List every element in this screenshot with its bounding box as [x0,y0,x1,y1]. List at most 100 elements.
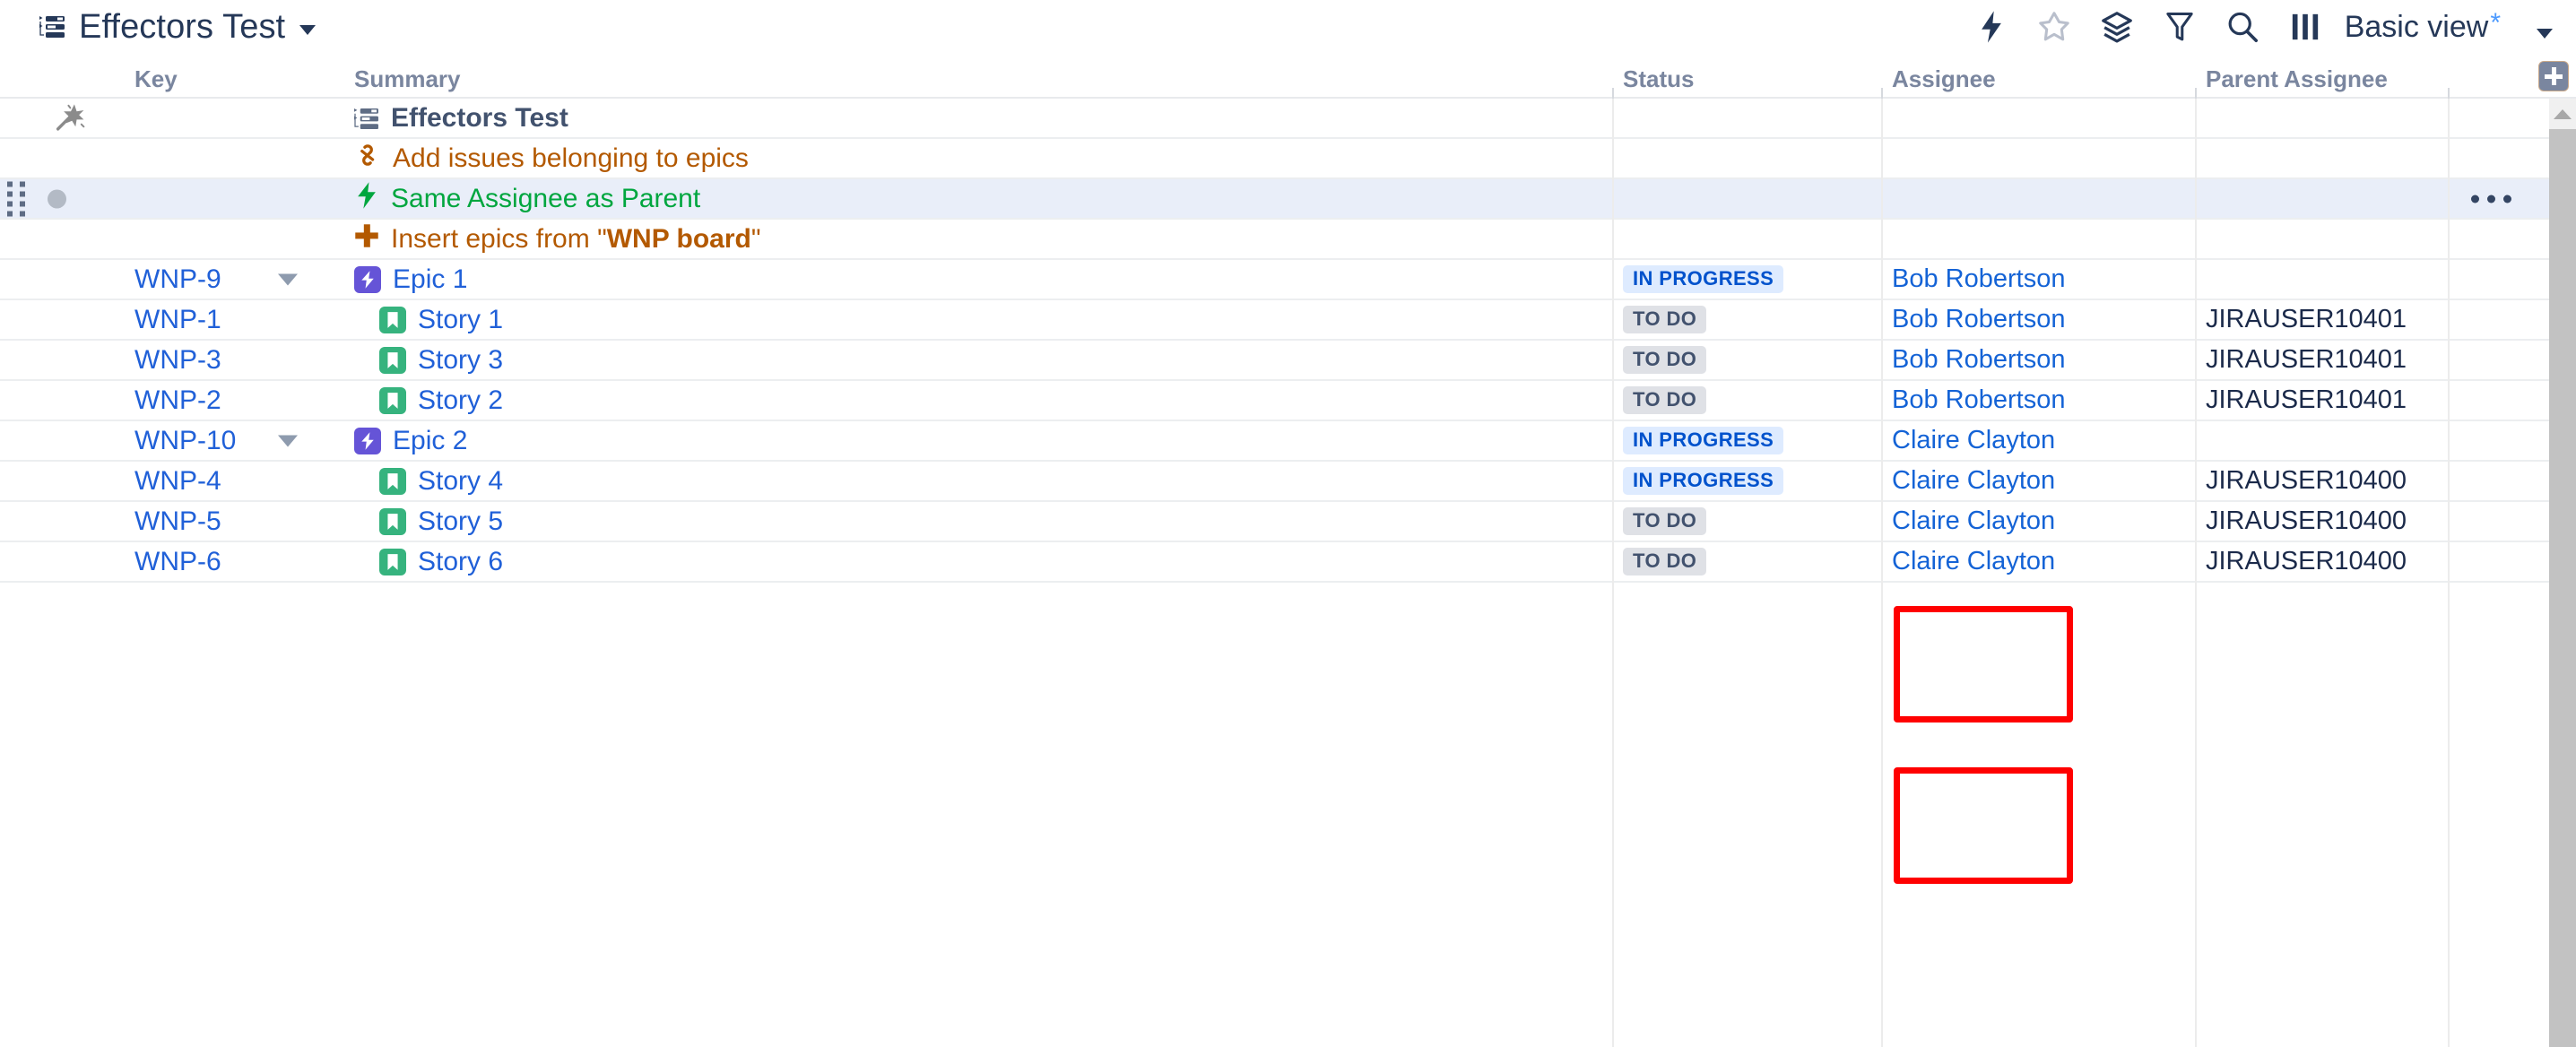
cell-summary[interactable]: Story 1 [354,300,1592,339]
summary-text[interactable]: Epic 1 [393,264,467,295]
cell-key[interactable]: WNP-5 [134,502,287,541]
cell-summary[interactable]: Story 3 [354,341,1592,379]
summary-text[interactable]: Story 2 [418,385,503,416]
summary-text[interactable]: Story 6 [418,547,503,577]
cell-summary[interactable]: Epic 2 [354,421,1592,460]
cell-assignee[interactable]: Claire Clayton [1892,542,2188,581]
summary-text[interactable]: Story 1 [418,305,503,335]
issue-key-link[interactable]: WNP-10 [134,426,236,456]
table-row[interactable]: WNP-3 Story 3 TO DO Bob Robertson JIRAUS… [0,341,2576,381]
cell-assignee[interactable]: Bob Robertson [1892,300,2188,339]
search-icon[interactable] [2225,9,2260,45]
cell-assignee[interactable]: Bob Robertson [1892,381,2188,420]
issue-key-link[interactable]: WNP-2 [134,385,221,416]
table-row[interactable]: WNP-1 Story 1 TO DO Bob Robertson JIRAUS… [0,300,2576,341]
table-row[interactable]: WNP-6 Story 6 TO DO Claire Clayton JIRAU… [0,542,2576,583]
issue-key-link[interactable]: WNP-4 [134,466,221,497]
assignee-link[interactable]: Bob Robertson [1892,305,2065,334]
cell-key[interactable]: WNP-1 [134,300,287,339]
structure-title[interactable]: Effectors Test [39,8,316,47]
cell-status[interactable]: TO DO [1623,542,1874,581]
scrollbar-thumb[interactable] [2549,129,2576,1047]
cell-status[interactable]: TO DO [1623,381,1874,420]
cell-status[interactable]: IN PROGRESS [1623,462,1874,500]
view-selector[interactable]: Basic view * [2345,10,2501,45]
summary-text[interactable]: Story 5 [418,506,503,537]
cell-summary[interactable]: Effectors Test [354,99,1592,137]
pin-icon[interactable] [2036,9,2072,45]
issue-key-link[interactable]: WNP-3 [134,345,221,376]
assignee-link[interactable]: Claire Clayton [1892,426,2055,455]
column-header-assignee[interactable]: Assignee [1892,65,1996,93]
summary-text[interactable]: Story 3 [418,345,503,376]
table-row[interactable]: WNP-9 Epic 1 IN PROGRESS Bob Robertson [0,260,2576,300]
issue-key-link[interactable]: WNP-1 [134,305,221,335]
vertical-scrollbar[interactable] [2549,99,2576,1047]
cell-status[interactable]: TO DO [1623,341,1874,379]
cell-summary[interactable]: Epic 1 [354,260,1592,299]
column-header-parent-assignee[interactable]: Parent Assignee [2206,65,2388,93]
cell-key[interactable]: WNP-3 [134,341,287,379]
add-column-button[interactable] [2538,61,2569,91]
issue-key-link[interactable]: WNP-6 [134,547,221,577]
cell-summary[interactable]: Insert epics from "WNP board" [354,220,1592,258]
effectors-icon[interactable] [1973,9,2009,45]
cell-status[interactable]: TO DO [1623,502,1874,541]
assignee-link[interactable]: Claire Clayton [1892,466,2055,496]
table-row[interactable]: Same Assignee as Parent [0,179,2576,220]
filter-icon[interactable] [2162,9,2198,45]
cell-assignee[interactable]: Bob Robertson [1892,260,2188,299]
drag-handle-icon[interactable] [7,181,25,216]
cell-status[interactable]: TO DO [1623,300,1874,339]
issue-key-link[interactable]: WNP-5 [134,506,221,537]
summary-text[interactable]: Story 4 [418,466,503,497]
more-options-icon[interactable] [2471,195,2511,203]
assignee-link[interactable]: Bob Robertson [1892,264,2065,294]
table-row[interactable]: WNP-5 Story 5 TO DO Claire Clayton JIRAU… [0,502,2576,542]
chevron-down-icon[interactable] [299,25,316,35]
column-header-key[interactable]: Key [134,65,178,93]
column-divider[interactable] [2195,88,2197,99]
table-row[interactable]: WNP-10 Epic 2 IN PROGRESS Claire Clayton [0,421,2576,462]
layers-icon[interactable] [2099,9,2135,45]
cell-key[interactable]: WNP-6 [134,542,287,581]
cell-summary[interactable]: Story 6 [354,542,1592,581]
cell-status[interactable]: IN PROGRESS [1623,421,1874,460]
cell-summary[interactable]: Story 5 [354,502,1592,541]
cell-status[interactable]: IN PROGRESS [1623,260,1874,299]
assignee-link[interactable]: Bob Robertson [1892,345,2065,375]
column-divider[interactable] [1612,88,1614,99]
cell-summary[interactable]: Add issues belonging to epics [354,139,1592,177]
assignee-link[interactable]: Bob Robertson [1892,385,2065,415]
table-row[interactable]: WNP-2 Story 2 TO DO Bob Robertson JIRAUS… [0,381,2576,421]
table-row[interactable]: Add issues belonging to epics [0,139,2576,179]
column-header-status[interactable]: Status [1623,65,1694,93]
column-header-summary[interactable]: Summary [354,65,461,93]
cell-assignee[interactable]: Claire Clayton [1892,462,2188,500]
collapse-triangle-icon[interactable] [278,435,298,446]
column-divider[interactable] [1881,88,1883,99]
columns-icon[interactable] [2287,9,2323,45]
view-chevron-down-icon[interactable] [2537,29,2553,39]
cell-assignee[interactable]: Bob Robertson [1892,341,2188,379]
issue-key-link[interactable]: WNP-9 [134,264,221,295]
table-row[interactable]: WNP-4 Story 4 IN PROGRESS Claire Clayton… [0,462,2576,502]
assignee-link[interactable]: Claire Clayton [1892,506,2055,536]
assignee-link[interactable]: Claire Clayton [1892,547,2055,576]
cell-key[interactable]: WNP-10 [134,421,287,460]
cell-assignee[interactable]: Claire Clayton [1892,421,2188,460]
scroll-up-button[interactable] [2549,99,2576,129]
table-row[interactable]: Insert epics from "WNP board" [0,220,2576,260]
cell-summary[interactable]: Story 4 [354,462,1592,500]
table-row[interactable]: Effectors Test [0,99,2576,139]
cell-key[interactable]: WNP-9 [134,260,287,299]
cell-summary[interactable]: Same Assignee as Parent [354,179,1592,218]
cell-summary[interactable]: Story 2 [354,381,1592,420]
collapse-triangle-icon[interactable] [278,273,298,285]
column-divider[interactable] [2448,88,2450,99]
cell-assignee[interactable]: Claire Clayton [1892,502,2188,541]
cell-key[interactable]: WNP-2 [134,381,287,420]
summary-text[interactable]: Epic 2 [393,426,467,456]
row-bullet [48,189,66,208]
cell-key[interactable]: WNP-4 [134,462,287,500]
